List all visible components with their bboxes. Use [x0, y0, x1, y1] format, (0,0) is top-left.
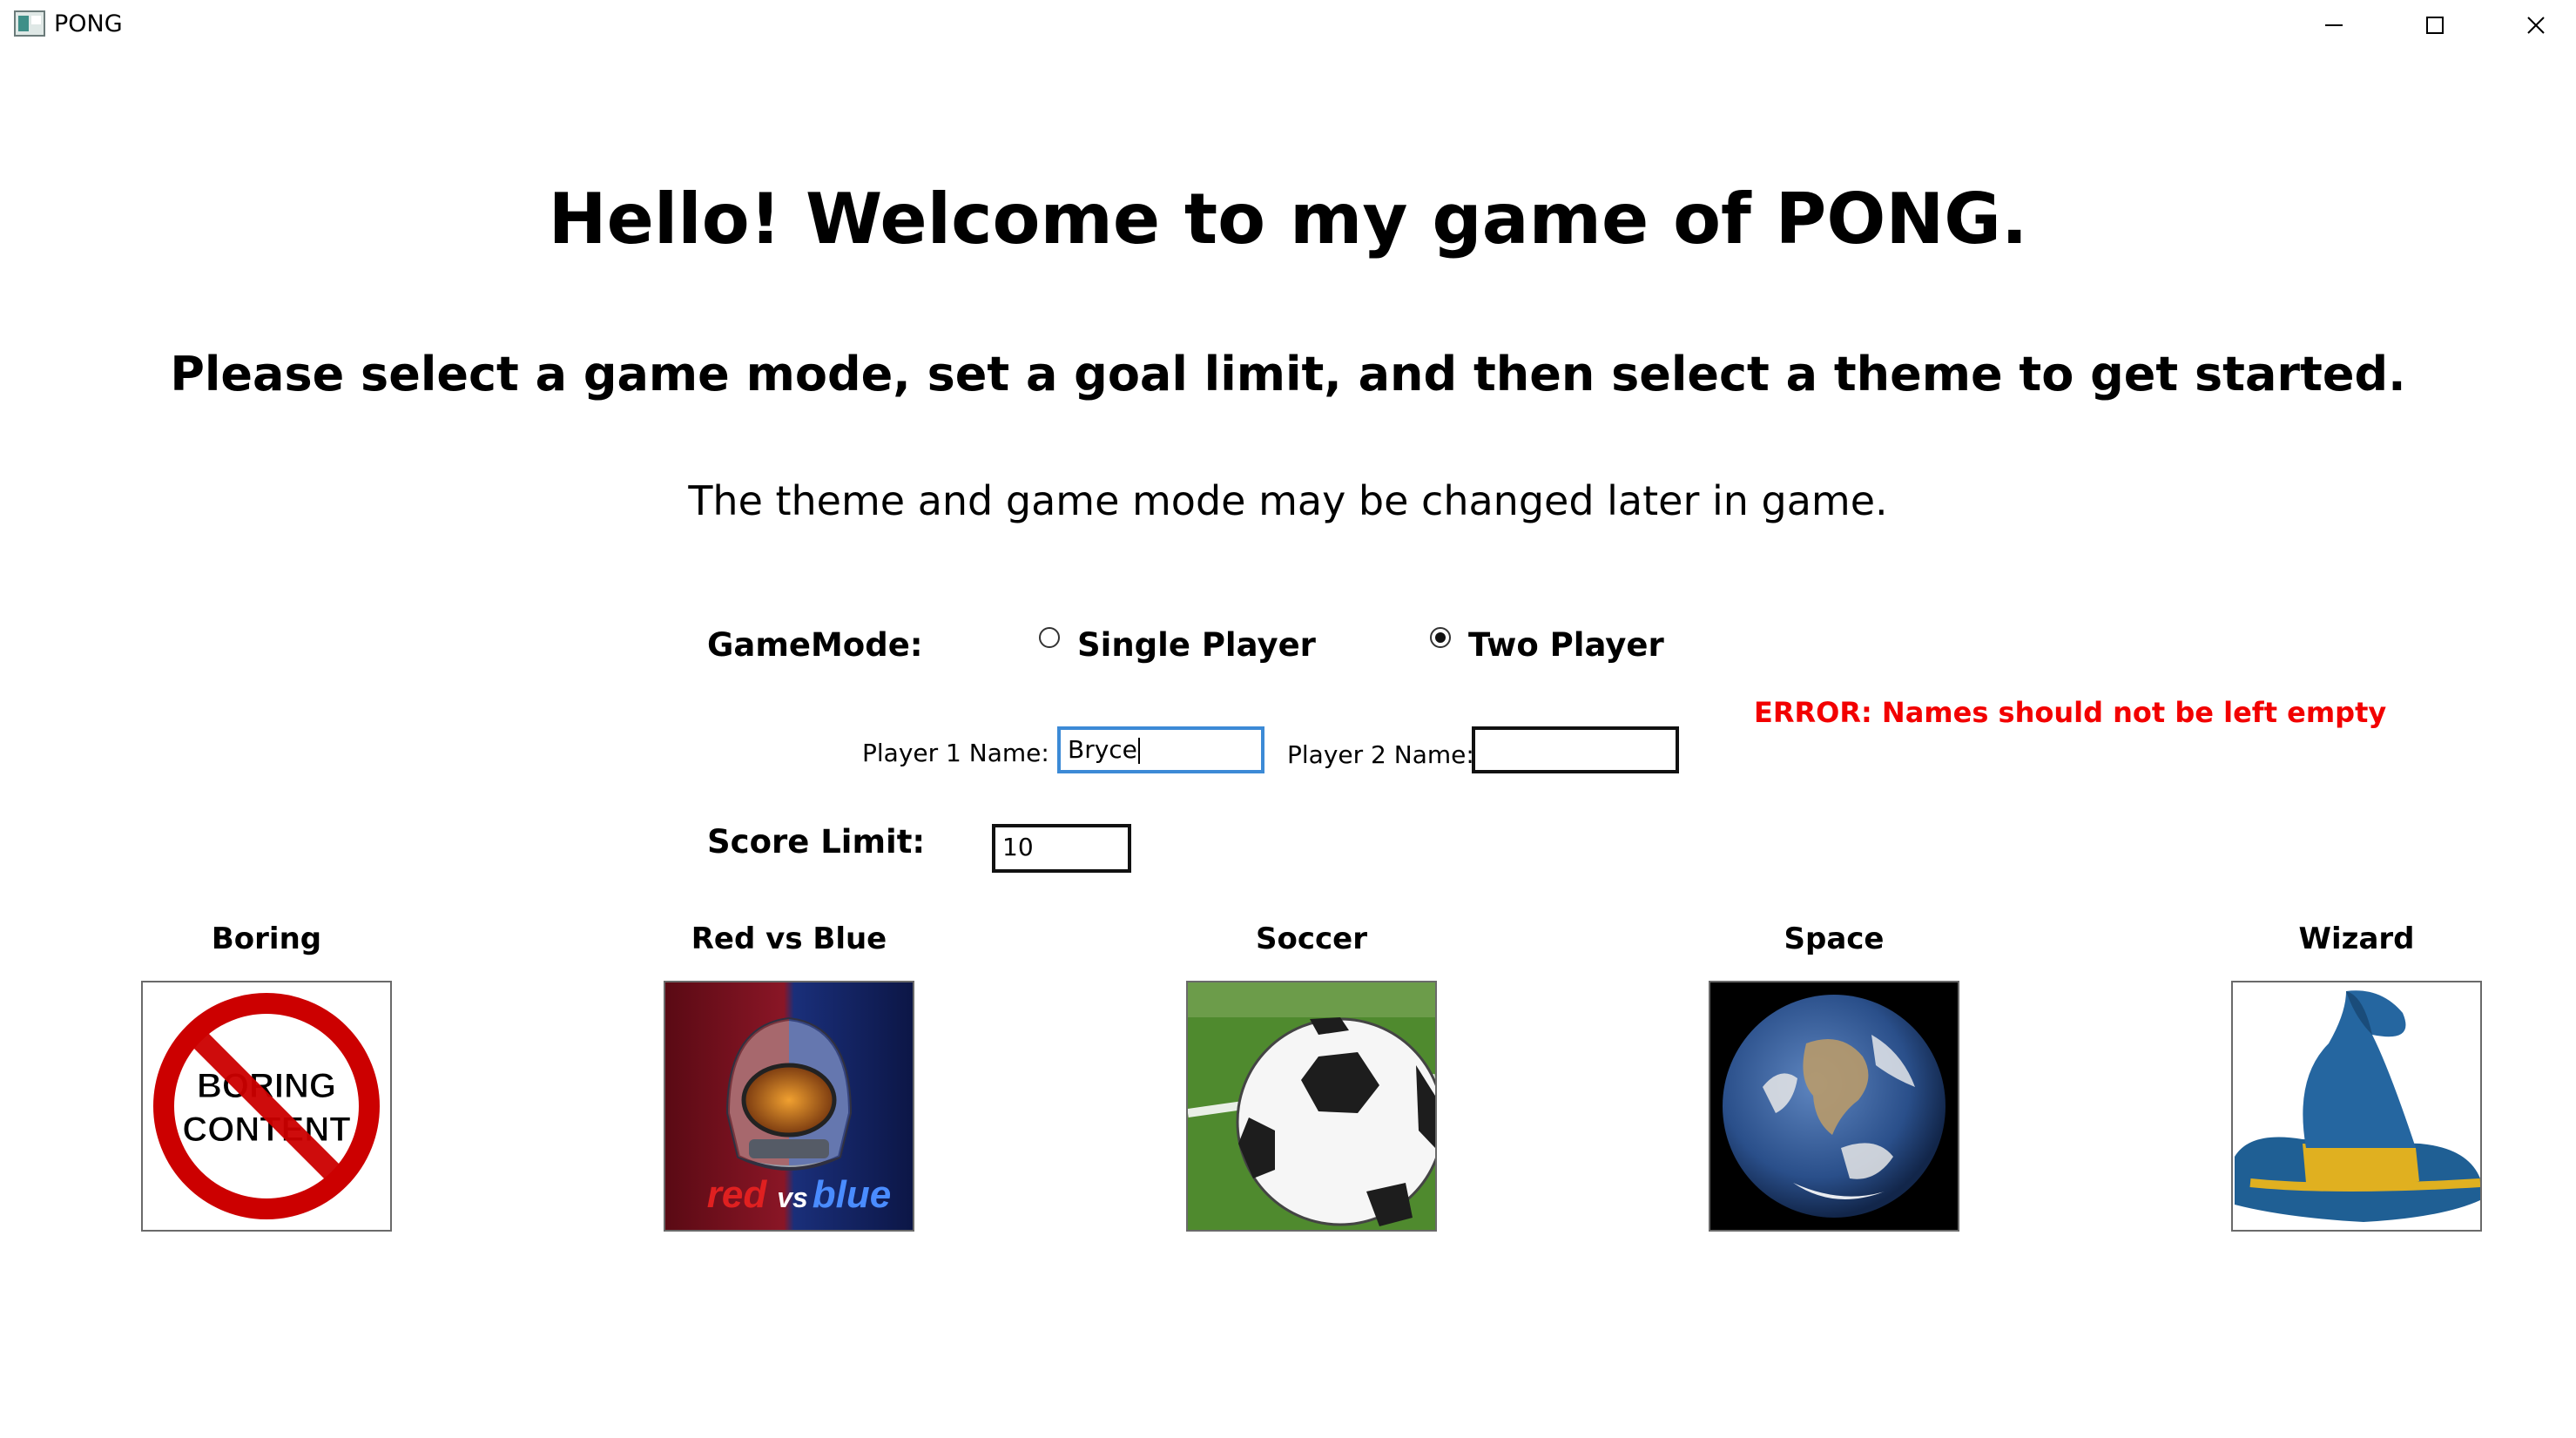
- theme-boring-button[interactable]: BORING CONTENT: [141, 981, 392, 1232]
- boring-content-icon: BORING CONTENT: [143, 982, 390, 1230]
- player2-name-label: Player 2 Name:: [1287, 740, 1474, 769]
- theme-label-wizard: Wizard: [2298, 922, 2415, 956]
- theme-label-boring: Boring: [211, 922, 322, 956]
- red-text: red: [707, 1173, 768, 1216]
- maximize-icon: [2426, 17, 2444, 34]
- single-player-label: Single Player: [1077, 626, 1316, 664]
- window-title: PONG: [54, 10, 123, 37]
- player2-name-input[interactable]: [1472, 726, 1679, 773]
- single-player-option[interactable]: Single Player: [1039, 626, 1316, 667]
- theme-soccer-button[interactable]: [1186, 981, 1437, 1232]
- single-player-radio[interactable]: [1039, 627, 1060, 648]
- player1-name-input[interactable]: Bryce: [1057, 726, 1264, 773]
- vs-text: vs: [777, 1182, 808, 1213]
- score-limit-input[interactable]: 10: [992, 824, 1131, 873]
- blue-text: blue: [813, 1173, 891, 1216]
- player1-name-value: Bryce: [1068, 735, 1137, 764]
- theme-wizard-button[interactable]: [2231, 981, 2482, 1232]
- title-bar: PONG: [0, 0, 2576, 51]
- theme-red-vs-blue-button[interactable]: red vs blue: [664, 981, 914, 1232]
- app-icon: [14, 10, 45, 37]
- maximize-button[interactable]: [2384, 0, 2485, 51]
- earth-icon: [1710, 982, 1958, 1230]
- note-text: The theme and game mode may be changed l…: [688, 477, 1888, 524]
- error-message: ERROR: Names should not be left empty: [1754, 696, 2387, 729]
- minimize-icon: [2325, 24, 2343, 26]
- score-limit-label: Score Limit:: [707, 823, 926, 861]
- welcome-heading: Hello! Welcome to my game of PONG.: [548, 179, 2028, 260]
- instructions-heading: Please select a game mode, set a goal li…: [170, 347, 2406, 402]
- soccer-ball-icon: [1188, 982, 1435, 1230]
- game-mode-label: GameMode:: [707, 626, 923, 664]
- theme-label-red-vs-blue: Red vs Blue: [691, 922, 887, 956]
- text-caret: [1137, 738, 1140, 764]
- minimize-button[interactable]: [2283, 0, 2384, 51]
- theme-space-button[interactable]: [1709, 981, 1959, 1232]
- two-player-label: Two Player: [1468, 626, 1664, 664]
- two-player-radio[interactable]: [1430, 627, 1451, 648]
- player1-name-label: Player 1 Name:: [862, 739, 1049, 767]
- score-limit-value: 10: [1002, 833, 1034, 861]
- wizard-hat-icon: [2233, 982, 2480, 1230]
- theme-label-soccer: Soccer: [1256, 922, 1367, 956]
- close-button[interactable]: [2485, 0, 2576, 51]
- theme-label-space: Space: [1784, 922, 1885, 956]
- close-icon: [2527, 17, 2545, 34]
- two-player-option[interactable]: Two Player: [1430, 626, 1691, 667]
- red-vs-blue-icon: red vs blue: [665, 982, 913, 1230]
